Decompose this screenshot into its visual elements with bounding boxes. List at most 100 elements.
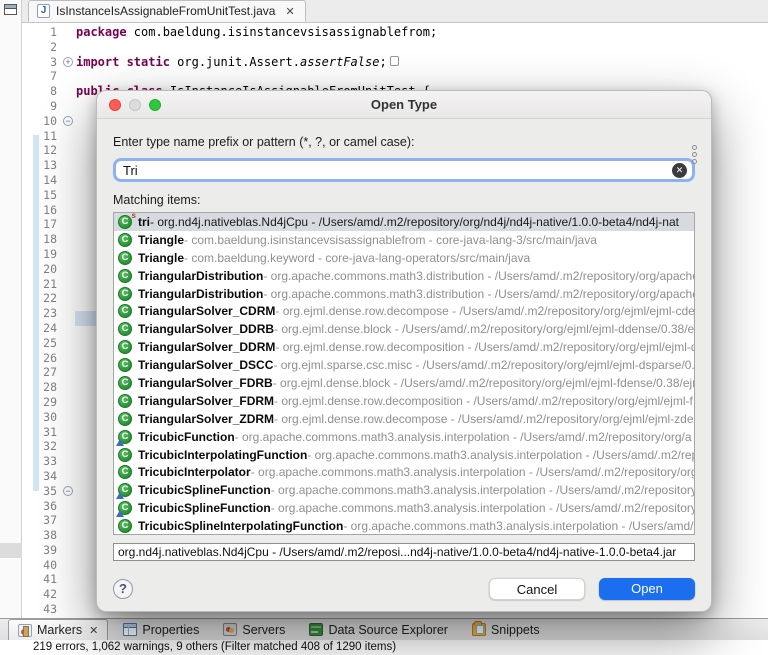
properties-icon <box>123 623 137 636</box>
folded-region-box <box>390 56 399 66</box>
fold-margin <box>62 129 76 144</box>
line-number: 16 <box>22 203 62 218</box>
dialog-titlebar[interactable]: Open Type <box>97 91 711 119</box>
type-context: - org.ejml.dense.block - /Users/amd/.m2/… <box>274 322 694 336</box>
line-number: 23 <box>22 306 62 321</box>
line-number: 26 <box>22 351 62 366</box>
panel-tab-markers[interactable]: Markers✕ <box>8 619 108 640</box>
fold-margin <box>62 232 76 247</box>
line-number: 35 <box>22 484 62 499</box>
java-file-icon: J <box>37 4 50 18</box>
class-icon: C <box>118 287 132 301</box>
type-context: - com.baeldung.isinstancevsisassignablef… <box>184 233 597 247</box>
editor-tab[interactable]: J IsInstanceIsAssignableFromUnitTest.jav… <box>28 0 306 22</box>
fold-margin <box>62 351 76 366</box>
fold-toggle-icon[interactable]: − <box>63 486 73 496</box>
line-number: 31 <box>22 425 62 440</box>
panel-tab-label: Properties <box>142 623 199 637</box>
matching-item-row[interactable]: CTricubicSplineFunction - org.apache.com… <box>114 499 694 517</box>
line-number: 39 <box>22 543 62 558</box>
class-icon: C <box>118 340 132 354</box>
fold-margin <box>62 454 76 469</box>
type-name: TriangularSolver_ZDRM <box>138 412 274 426</box>
fold-margin <box>62 321 76 336</box>
line-number: 30 <box>22 410 62 425</box>
code-line: 2 <box>22 40 768 55</box>
matching-item-row[interactable]: CTriangularSolver_FDRB - org.ejml.dense.… <box>114 374 694 392</box>
data-source-explorer-icon <box>309 623 323 636</box>
matching-item-row[interactable]: Cstri - org.nd4j.nativeblas.Nd4jCpu - /U… <box>114 213 694 231</box>
matching-item-row[interactable]: CTricubicInterpolatingFunction - org.apa… <box>114 446 694 464</box>
view-menu-icon[interactable] <box>692 145 697 164</box>
fold-margin <box>62 69 76 84</box>
cancel-button[interactable]: Cancel <box>489 578 585 600</box>
type-context: - org.ejml.sparse.csc.misc - /Users/amd/… <box>273 358 694 372</box>
line-number: 34 <box>22 469 62 484</box>
fold-toggle-icon[interactable]: − <box>63 116 73 126</box>
type-context: - org.apache.commons.math3.analysis.inte… <box>271 501 694 515</box>
fold-margin: + <box>62 55 76 70</box>
help-button[interactable]: ? <box>113 579 133 599</box>
matching-item-row[interactable]: CTriangularDistribution - org.apache.com… <box>114 285 694 303</box>
matching-item-row[interactable]: CTricubicSplineInterpolatingFunction - o… <box>114 517 694 535</box>
type-context: - org.apache.commons.math3.analysis.inte… <box>307 448 694 462</box>
fold-margin <box>62 143 76 158</box>
line-number: 24 <box>22 321 62 336</box>
fold-margin: − <box>62 484 76 499</box>
fold-margin <box>62 395 76 410</box>
panel-tab-properties[interactable]: Properties <box>114 619 208 640</box>
markers-icon <box>18 624 32 637</box>
matching-item-row[interactable]: CTriangularSolver_DDRB - org.ejml.dense.… <box>114 320 694 338</box>
matching-item-row[interactable]: CTricubicInterpolator - org.apache.commo… <box>114 463 694 481</box>
type-context: - org.apache.commons.math3.analysis.inte… <box>235 430 692 444</box>
matching-items-list[interactable]: Cstri - org.nd4j.nativeblas.Nd4jCpu - /U… <box>113 212 695 535</box>
tab-close-icon[interactable]: ✕ <box>285 5 294 18</box>
fold-margin <box>62 499 76 514</box>
fold-margin <box>62 25 76 40</box>
class-icon: C <box>118 519 132 533</box>
type-name: TricubicFunction <box>138 430 235 444</box>
type-name: Triangle <box>138 233 184 247</box>
line-number: 32 <box>22 439 62 454</box>
type-search-input[interactable] <box>123 163 672 178</box>
line-number: 8 <box>22 84 62 99</box>
fold-margin <box>62 291 76 306</box>
matching-item-row[interactable]: CTriangularSolver_ZDRM - org.ejml.dense.… <box>114 410 694 428</box>
matching-item-row[interactable]: CTriangularSolver_CDRM - org.ejml.dense.… <box>114 302 694 320</box>
matching-item-row[interactable]: CTriangle - com.baeldung.keyword - core-… <box>114 249 694 267</box>
line-number: 9 <box>22 99 62 114</box>
matching-item-row[interactable]: C TricubicFunction - org.apache.commons.m… <box>114 428 694 446</box>
type-name: TricubicSplineInterpolatingFunction <box>138 519 343 533</box>
type-name: TriangularSolver_DDRB <box>138 322 274 336</box>
markers-summary-text: 219 errors, 1,062 warnings, 9 others (Fi… <box>0 640 768 655</box>
type-context: - org.ejml.dense.block - /Users/amd/.m2/… <box>273 376 694 390</box>
fold-margin <box>62 217 76 232</box>
minimized-view-handle[interactable] <box>0 543 22 558</box>
matching-item-row[interactable]: CTriangularSolver_DSCC - org.ejml.sparse… <box>114 356 694 374</box>
class-icon: C <box>118 430 132 444</box>
fold-toggle-icon[interactable]: + <box>63 57 73 67</box>
restore-view-icon[interactable] <box>4 4 17 15</box>
type-name: tri <box>138 215 150 229</box>
fold-margin <box>62 528 76 543</box>
panel-tab-close-icon[interactable]: ✕ <box>89 624 98 637</box>
fold-margin <box>62 306 76 321</box>
matching-item-row[interactable]: CTriangularSolver_FDRM - org.ejml.dense.… <box>114 392 694 410</box>
editor-tab-bar: J IsInstanceIsAssignableFromUnitTest.jav… <box>22 0 768 23</box>
type-context: - org.ejml.dense.row.decomposition - /Us… <box>275 340 694 354</box>
matching-item-row[interactable]: CTriangularDistribution - org.apache.com… <box>114 267 694 285</box>
class-icon: C <box>118 251 132 265</box>
matching-item-row[interactable]: CTricubicSplineFunction - org.apache.com… <box>114 481 694 499</box>
type-name: Triangle <box>138 251 184 265</box>
panel-tab-snippets[interactable]: Snippets <box>463 619 549 640</box>
clear-search-icon[interactable]: ✕ <box>672 163 687 178</box>
panel-tab-servers[interactable]: Servers <box>214 619 294 640</box>
class-icon: C <box>118 483 132 497</box>
matching-item-row[interactable]: CTriangularSolver_DDRM - org.ejml.dense.… <box>114 338 694 356</box>
panel-tab-data-source-explorer[interactable]: Data Source Explorer <box>300 619 457 640</box>
type-name: TriangularDistribution <box>138 287 263 301</box>
fold-margin: − <box>62 114 76 129</box>
matching-item-row[interactable]: CTriangle - com.baeldung.isinstancevsisa… <box>114 231 694 249</box>
open-button[interactable]: Open <box>599 578 695 600</box>
matching-items-label: Matching items: <box>113 193 695 207</box>
